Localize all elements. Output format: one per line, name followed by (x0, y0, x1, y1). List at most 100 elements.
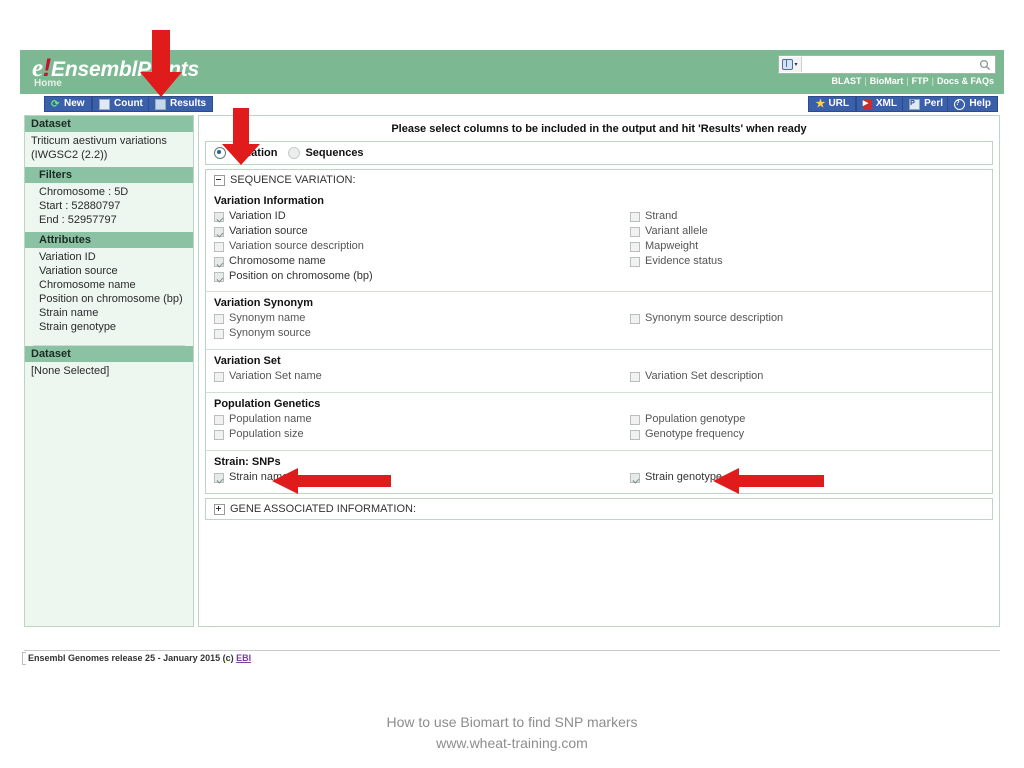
attribute-item-variation-source[interactable]: Variation source (39, 264, 187, 278)
label-variation-source: Variation source (229, 225, 308, 237)
checkbox-population-name[interactable] (214, 414, 224, 425)
checkbox-synonym-name[interactable] (214, 313, 224, 324)
sidebar-filters-list: Chromosome : 5D Start : 52880797 End : 5… (25, 183, 193, 232)
group-title: Variation Set (214, 355, 281, 367)
group-left-column: Population name Population size (214, 412, 312, 442)
checkbox-row-mapweight[interactable]: Mapweight (630, 239, 723, 254)
checkbox-row-evidence-status[interactable]: Evidence status (630, 254, 723, 269)
filter-item-start[interactable]: Start : 52880797 (39, 199, 187, 213)
checkbox-row-variant-allele[interactable]: Variant allele (630, 224, 723, 239)
refresh-icon: ⟳ (51, 98, 60, 110)
checkbox-mapweight[interactable] (630, 241, 640, 252)
sidebar-dataset-value[interactable]: Triticum aestivum variations (IWGSC2 (2.… (25, 132, 193, 167)
checkbox-row-population-name[interactable]: Population name (214, 412, 312, 427)
footer-release-text: Ensembl Genomes release 25 - January 201… (28, 653, 237, 663)
checkbox-row-synonym-name[interactable]: Synonym name (214, 311, 311, 326)
label-genotype-frequency: Genotype frequency (645, 428, 745, 440)
checkbox-row-chromosome-name[interactable]: Chromosome name (214, 254, 373, 269)
nav-link-ftp[interactable]: FTP (912, 76, 929, 86)
results-button[interactable]: Results (148, 96, 214, 112)
filter-item-end[interactable]: End : 52957797 (39, 213, 187, 227)
sequence-variation-expander[interactable]: SEQUENCE VARIATION: (206, 170, 992, 190)
attribute-item-chromosome-name[interactable]: Chromosome name (39, 278, 187, 292)
checkbox-population-genotype[interactable] (630, 414, 640, 425)
checkbox-row-variation-source-description[interactable]: Variation source description (214, 239, 373, 254)
label-strand: Strand (645, 210, 678, 222)
checkbox-row-variation-set-description[interactable]: Variation Set description (630, 369, 763, 384)
radio-sequences[interactable] (288, 147, 301, 159)
radio-sequences-label[interactable]: Sequences (305, 147, 363, 159)
nav-link-docs-faqs[interactable]: Docs & FAQs (937, 76, 994, 86)
checkbox-variation-set-description[interactable] (630, 371, 640, 382)
checkbox-variation-source[interactable] (214, 226, 224, 237)
checkbox-row-strand[interactable]: Strand (630, 209, 723, 224)
checkbox-strand[interactable] (630, 211, 640, 222)
attribute-selection-panel: Please select columns to be included in … (198, 115, 1000, 627)
attribute-item-position-on-chromosome[interactable]: Position on chromosome (bp) (39, 292, 187, 306)
top-nav-links: BLAST | BioMart | FTP | Docs & FAQs (831, 76, 994, 86)
attribute-item-variation-id[interactable]: Variation ID (39, 250, 187, 264)
minus-icon (214, 174, 225, 186)
checkbox-variant-allele[interactable] (630, 226, 640, 237)
checkbox-synonym-source-description[interactable] (630, 313, 640, 324)
attribute-item-strain-name[interactable]: Strain name (39, 306, 187, 320)
results-icon (155, 98, 166, 110)
url-button-label: URL (828, 98, 849, 109)
checkbox-strain-genotype[interactable] (630, 472, 640, 483)
nav-link-blast[interactable]: BLAST (831, 76, 861, 86)
checkbox-variation-set-name[interactable] (214, 371, 224, 382)
new-button[interactable]: ⟳ New (44, 96, 92, 112)
ebi-link[interactable]: EBI (236, 653, 251, 663)
checkbox-row-variation-id[interactable]: Variation ID (214, 209, 373, 224)
group-title: Variation Synonym (214, 297, 314, 309)
checkbox-variation-source-description[interactable] (214, 241, 224, 252)
checkbox-chromosome-name[interactable] (214, 256, 224, 267)
checkbox-evidence-status[interactable] (630, 256, 640, 267)
attribute-item-strain-genotype[interactable]: Strain genotype (39, 320, 187, 334)
arrow-to-strain-genotype-checkbox (713, 468, 825, 494)
sidebar-attributes-list: Variation ID Variation source Chromosome… (25, 248, 193, 339)
perl-button[interactable]: P Perl (902, 96, 950, 112)
label-synonym-source-description: Synonym source description (645, 312, 784, 324)
checkbox-row-variation-source[interactable]: Variation source (214, 224, 373, 239)
sidebar-attributes-header: Attributes (25, 232, 193, 248)
checkbox-variation-id[interactable] (214, 211, 224, 222)
checkbox-row-synonym-source[interactable]: Synonym source (214, 326, 311, 341)
gene-associated-information-section[interactable]: GENE ASSOCIATED INFORMATION: (205, 498, 993, 520)
help-icon: ? (954, 98, 966, 110)
checkbox-position-on-chromosome[interactable] (214, 271, 224, 282)
filter-item-chromosome[interactable]: Chromosome : 5D (39, 185, 187, 199)
slide-caption: How to use Biomart to find SNP markers w… (0, 712, 1024, 754)
checkbox-row-position-on-chromosome[interactable]: Position on chromosome (bp) (214, 269, 373, 284)
checkbox-population-size[interactable] (214, 429, 224, 440)
checkbox-row-synonym-source-description[interactable]: Synonym source description (630, 311, 783, 326)
count-button[interactable]: Count (92, 96, 150, 112)
group-variation-synonym: Variation Synonym Synonym name Synonym s… (206, 292, 992, 350)
label-synonym-source: Synonym source (229, 327, 311, 339)
xml-button[interactable]: ▶ XML (855, 96, 904, 112)
label-strain-genotype: Strain genotype (645, 471, 723, 483)
caption-line1: How to use Biomart to find SNP markers (386, 714, 638, 730)
checkbox-strain-name[interactable] (214, 472, 224, 483)
home-link[interactable]: Home (34, 78, 62, 89)
gene-associated-information-expander[interactable]: GENE ASSOCIATED INFORMATION: (206, 499, 992, 519)
checkbox-synonym-source[interactable] (214, 328, 224, 339)
checkbox-genotype-frequency[interactable] (630, 429, 640, 440)
search-bar[interactable]: ▾ (778, 55, 996, 74)
help-button[interactable]: ? Help (947, 96, 998, 112)
sidebar-dataset2-value[interactable]: [None Selected] (25, 362, 193, 383)
search-icon[interactable] (975, 57, 995, 72)
checkbox-row-genotype-frequency[interactable]: Genotype frequency (630, 427, 745, 442)
nav-link-biomart[interactable]: BioMart (870, 76, 904, 86)
label-variation-source-description: Variation source description (229, 240, 364, 252)
checkbox-row-population-size[interactable]: Population size (214, 427, 312, 442)
label-population-genotype: Population genotype (645, 413, 746, 425)
checkbox-row-population-genotype[interactable]: Population genotype (630, 412, 745, 427)
results-button-label: Results (170, 98, 207, 109)
search-input[interactable] (802, 57, 975, 72)
checkbox-row-strain-genotype[interactable]: Strain genotype (630, 470, 722, 485)
checkbox-row-variation-set-name[interactable]: Variation Set name (214, 369, 322, 384)
search-source-selector[interactable]: ▾ (779, 57, 802, 72)
url-button[interactable]: ★ URL (808, 96, 856, 112)
label-variation-id: Variation ID (229, 210, 286, 222)
